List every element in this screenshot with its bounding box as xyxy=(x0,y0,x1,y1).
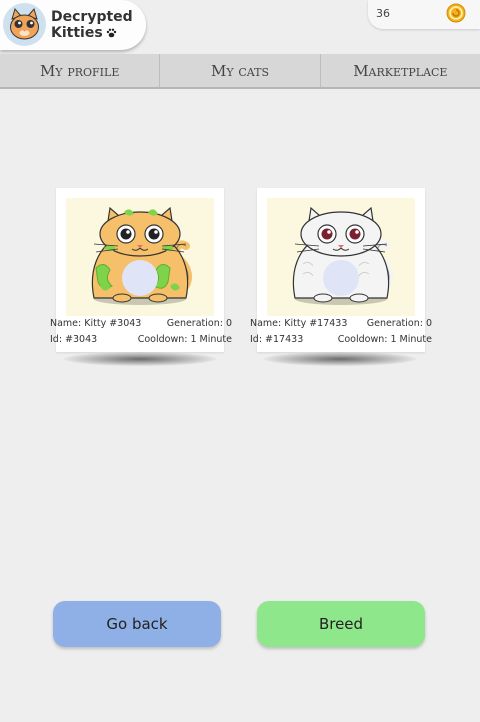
logo-cat-avatar xyxy=(3,3,46,46)
cat-cooldown: Cooldown: 1 Minute xyxy=(337,334,432,345)
breed-button[interactable]: Breed xyxy=(257,601,425,647)
balance-value: 36 xyxy=(376,7,390,20)
paw-icon xyxy=(106,26,117,42)
cat-info-row-1: Name: Kitty #17433 Generation: 0 xyxy=(250,318,432,329)
cat-image-kitty-3043 xyxy=(91,206,192,305)
balance-display: 36 xyxy=(368,0,480,29)
card-shadow xyxy=(264,352,416,366)
cat-info-row-2: Id: #3043 Cooldown: 1 Minute xyxy=(50,334,232,345)
cat-name: Name: Kitty #17433 xyxy=(250,318,348,329)
logo-title-line2: Kitties xyxy=(51,25,103,41)
logo-title-line1: Decrypted xyxy=(51,9,133,25)
cat-cooldown: Cooldown: 1 Minute xyxy=(137,334,232,345)
cat-info-row-1: Name: Kitty #3043 Generation: 0 xyxy=(50,318,232,329)
main-nav: My profile My cats Marketplace xyxy=(0,54,480,89)
go-back-button[interactable]: Go back xyxy=(53,601,221,647)
cat-id: Id: #3043 xyxy=(50,334,98,345)
cat-info-row-2: Id: #17433 Cooldown: 1 Minute xyxy=(250,334,432,345)
app-logo[interactable]: Decrypted Kitties xyxy=(0,0,146,50)
top-bar: Decrypted Kitties 36 xyxy=(0,0,480,54)
logo-text: Decrypted Kitties xyxy=(51,9,133,42)
cat-image-kitty-17433 xyxy=(292,206,393,305)
cat-id: Id: #17433 xyxy=(250,334,304,345)
cat-generation: Generation: 0 xyxy=(166,318,232,329)
tab-my-cats[interactable]: My cats xyxy=(160,54,321,87)
tab-my-profile[interactable]: My profile xyxy=(0,54,161,87)
cat-generation: Generation: 0 xyxy=(366,318,432,329)
cat-name: Name: Kitty #3043 xyxy=(50,318,142,329)
coin-icon xyxy=(446,3,466,23)
tab-marketplace[interactable]: Marketplace xyxy=(321,54,480,87)
card-shadow xyxy=(64,352,216,366)
